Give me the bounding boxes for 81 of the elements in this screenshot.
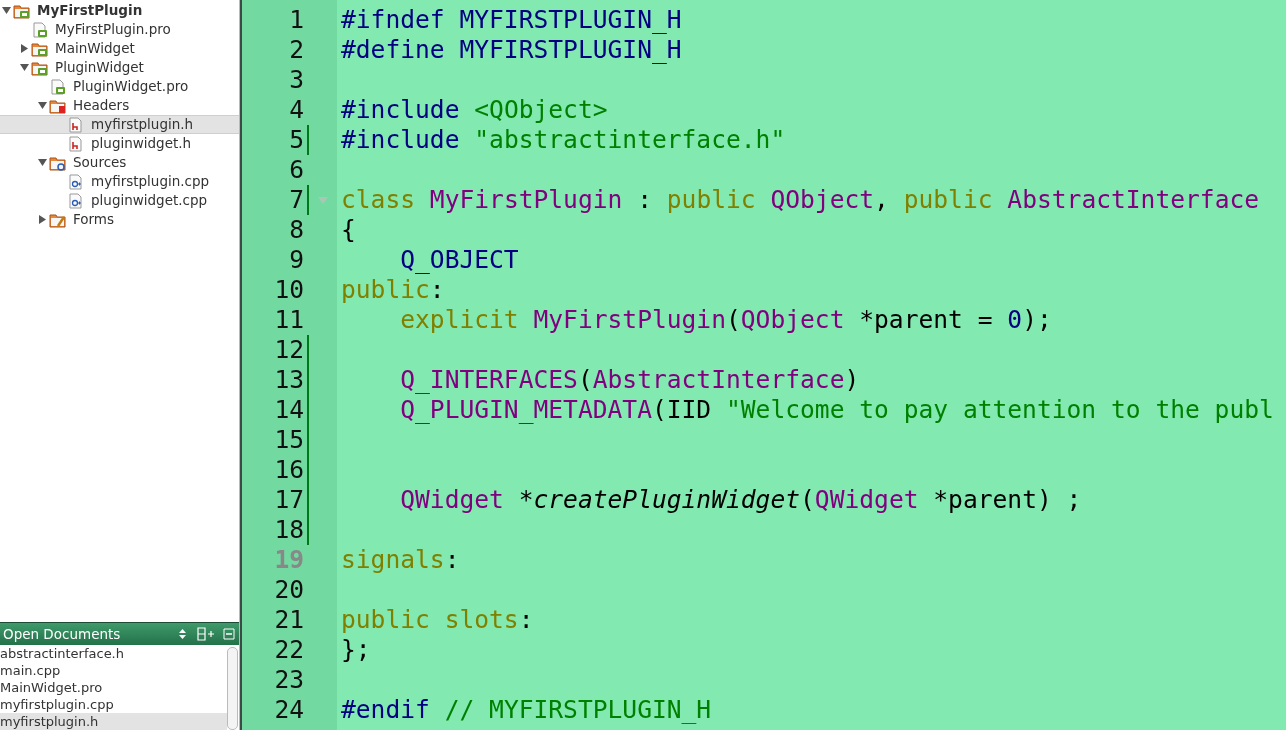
line-number: 6	[288, 153, 304, 186]
line-number: 1	[288, 3, 304, 36]
code-line: #endif // MYFIRSTPLUGIN_H	[341, 695, 713, 725]
tree-item[interactable]: Forms	[0, 210, 239, 229]
tree-item[interactable]: Sources	[0, 153, 239, 172]
line-number: 21	[273, 603, 304, 636]
project-file-icon	[49, 78, 67, 95]
code-line: #include "abstractinterface.h"	[341, 125, 787, 155]
project-folder-icon	[31, 40, 49, 57]
code-line: public:	[341, 275, 446, 305]
line-number: 10	[273, 273, 304, 306]
source-folder-icon	[49, 154, 67, 171]
line-number: 3	[288, 63, 304, 96]
expand-arrow-icon	[20, 44, 29, 53]
code-line: class MyFirstPlugin : public QObject, public AbstractInterface	[341, 185, 1261, 215]
project-folder-icon	[13, 2, 31, 19]
collapse-arrow-icon	[38, 158, 47, 167]
code-line: Q_PLUGIN_METADATA(IID "Welcome to pay attention to the publ	[399, 395, 1275, 425]
line-number: 9	[288, 243, 304, 276]
tree-item[interactable]: PluginWidget.pro	[0, 77, 239, 96]
collapse-arrow-icon	[38, 101, 47, 110]
code-line: #define MYFIRSTPLUGIN_H	[341, 35, 683, 65]
line-number: 20	[273, 573, 304, 606]
tree-item[interactable]: MyFirstPlugin.pro	[0, 20, 239, 39]
tree-item[interactable]: PluginWidget	[0, 58, 239, 77]
scrollbar[interactable]	[227, 647, 238, 730]
tree-item[interactable]: myfirstplugin.h	[0, 115, 239, 134]
document-item[interactable]: myfirstplugin.h	[0, 713, 227, 730]
line-number: 24	[273, 693, 304, 726]
tree-item[interactable]: pluginwidget.h	[0, 134, 239, 153]
document-item[interactable]: abstractinterface.h	[0, 645, 227, 662]
line-number: 18	[273, 513, 304, 546]
code-line: explicit MyFirstPlugin(QObject *parent = 0);	[399, 305, 1053, 335]
expand-arrow-icon	[38, 215, 47, 224]
line-number: 13	[273, 363, 304, 396]
line-number: 22	[273, 633, 304, 666]
code-line: #ifndef MYFIRSTPLUGIN_H	[341, 5, 683, 35]
code-line: Q_OBJECT	[399, 245, 520, 275]
code-line: public slots:	[341, 605, 535, 635]
line-number: 23	[273, 663, 304, 696]
form-folder-icon	[49, 211, 67, 228]
collapse-arrow-icon	[20, 63, 29, 72]
line-number: 14	[273, 393, 304, 426]
tree-item[interactable]: pluginwidget.cpp	[0, 191, 239, 210]
header-file-icon	[67, 116, 85, 133]
code-editor[interactable]	[240, 0, 1286, 730]
document-item[interactable]: main.cpp	[0, 662, 227, 679]
document-item[interactable]: MainWidget.pro	[0, 679, 227, 696]
source-file-icon	[67, 192, 85, 209]
line-number: 7	[288, 183, 304, 216]
sort-icon[interactable]	[178, 628, 187, 640]
line-number: 2	[288, 33, 304, 66]
line-number: 8	[288, 213, 304, 246]
code-line: #include <QObject>	[341, 95, 609, 125]
code-line: };	[341, 635, 372, 665]
code-line: signals:	[341, 545, 461, 575]
line-number: 17	[273, 483, 304, 516]
line-number: 16	[273, 453, 304, 486]
document-item[interactable]: myfirstplugin.cpp	[0, 696, 227, 713]
header-file-icon	[67, 135, 85, 152]
tree-item[interactable]: myfirstplugin.cpp	[0, 172, 239, 191]
tree-item[interactable]: MyFirstPlugin	[0, 1, 239, 20]
line-number: 19	[273, 543, 304, 576]
tree-item[interactable]: MainWidget	[0, 39, 239, 58]
code-line: QWidget *createPluginWidget(QWidget *parent) ;	[399, 485, 1083, 515]
header-folder-icon	[49, 97, 67, 114]
close-icon[interactable]	[223, 628, 235, 640]
split-icon[interactable]	[197, 627, 215, 641]
line-number: 11	[273, 303, 304, 336]
tree-item[interactable]: Headers	[0, 96, 239, 115]
project-folder-icon	[31, 59, 49, 76]
line-number: 15	[273, 423, 304, 456]
source-file-icon	[67, 173, 85, 190]
code-line: {	[341, 215, 357, 245]
line-number: 4	[288, 93, 304, 126]
line-number: 5	[288, 123, 304, 156]
line-number: 12	[273, 333, 304, 366]
panel-title: Open Documents	[3, 624, 122, 644]
code-line: Q_INTERFACES(AbstractInterface)	[399, 365, 861, 395]
project-file-icon	[31, 21, 49, 38]
collapse-arrow-icon	[2, 6, 11, 15]
